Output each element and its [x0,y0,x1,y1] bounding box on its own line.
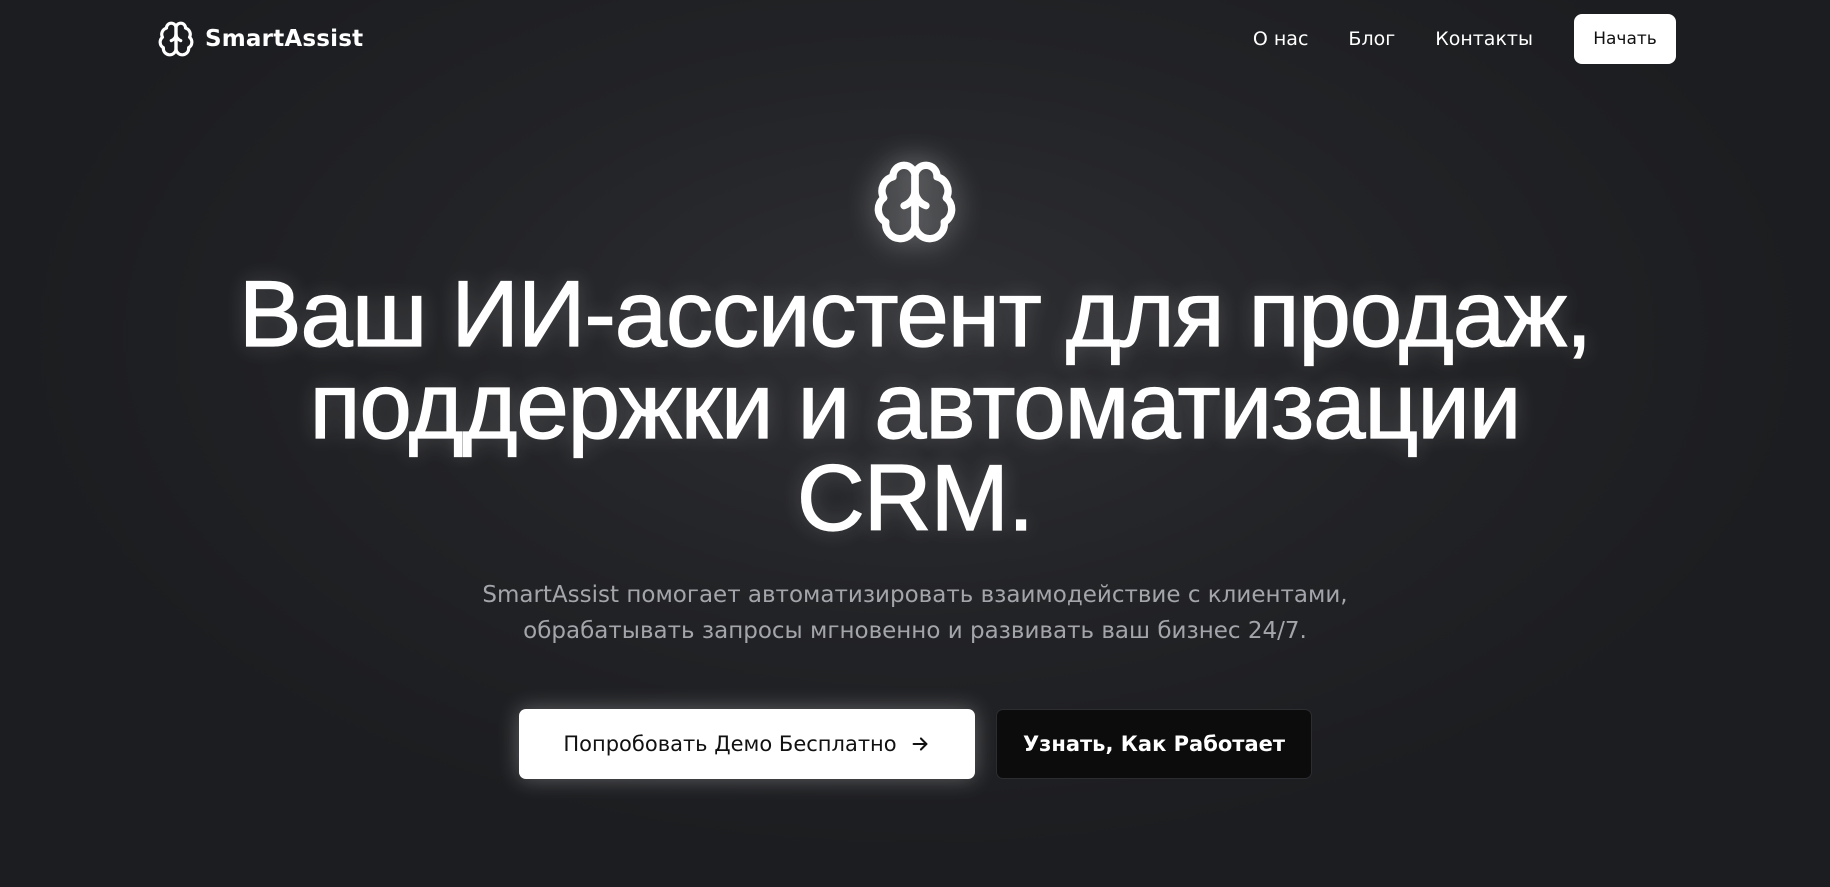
brain-icon [874,161,956,243]
subtitle-line-2: обрабатывать запросы мгновенно и развива… [523,618,1307,644]
cta-buttons: Попробовать Демо Бесплатно Узнать, Как Р… [519,709,1312,779]
arrow-right-icon [912,737,928,751]
nav-link-blog[interactable]: Блог [1348,28,1395,50]
try-demo-label: Попробовать Демо Бесплатно [563,732,897,756]
nav-link-about[interactable]: О нас [1253,28,1309,50]
try-demo-button[interactable]: Попробовать Демо Бесплатно [519,709,975,779]
hero-icon-container [871,158,959,246]
hero-headline: Ваш ИИ-ассистент для продаж, поддержки и… [150,266,1680,545]
subtitle-line-1: SmartAssist помогает автоматизировать вз… [482,582,1348,608]
headline-line-1: Ваш ИИ-ассистент для продаж, [238,261,1593,366]
nav-links: О нас Блог Контакты Начать [1253,14,1676,64]
brain-icon [158,21,194,57]
brand-name: SmartAssist [205,26,364,52]
nav-link-contacts[interactable]: Контакты [1435,28,1533,50]
brand-logo[interactable]: SmartAssist [157,18,363,60]
headline-line-3: CRM. [796,445,1034,550]
headline-line-2: поддержки и автоматизации [309,353,1522,458]
top-navbar: SmartAssist О нас Блог Контакты Начать [0,0,1830,78]
start-button[interactable]: Начать [1574,14,1676,64]
learn-how-button[interactable]: Узнать, Как Работает [996,709,1312,779]
hero-subtitle: SmartAssist помогает автоматизировать вз… [440,577,1390,649]
